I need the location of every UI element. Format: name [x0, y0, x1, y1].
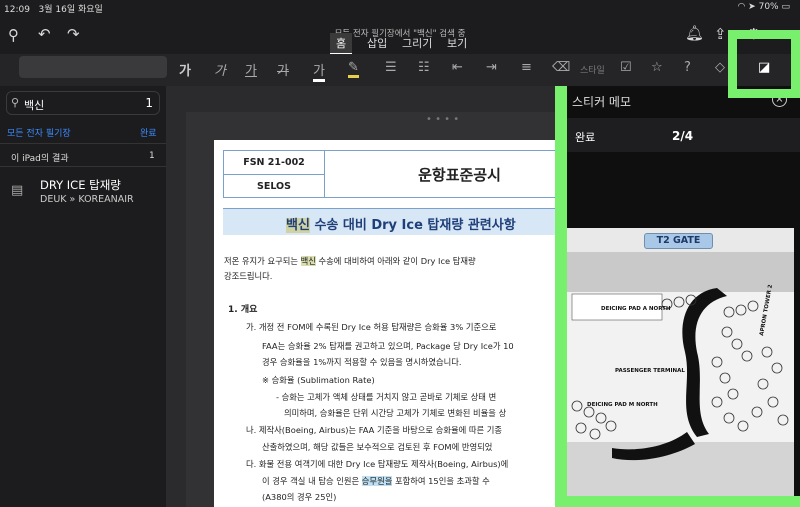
tab-view[interactable]: 보기	[441, 33, 473, 53]
sticker-title: 스티커 메모	[572, 95, 632, 109]
sticker-nav: 완료 2/4	[567, 118, 800, 152]
subject-text: 수송 대비 Dry Ice 탑재량 관련사항	[309, 218, 516, 233]
tab-draw[interactable]: 그리기	[396, 33, 438, 53]
indent-icon[interactable]: ⇥	[486, 60, 497, 75]
map-label-terminal: PASSENGER TERMINAL 2	[615, 368, 691, 374]
map-label-deicing-north: DEICING PAD A NORTH	[601, 306, 671, 312]
subject-highlight: 백신	[286, 218, 310, 233]
strikethrough-button[interactable]: 가	[277, 60, 289, 79]
outdent-icon[interactable]: ⇤	[452, 60, 463, 75]
search-input[interactable]: ⚲ 백신 1	[6, 91, 160, 115]
numbered-list-icon[interactable]: ☷	[418, 60, 430, 75]
redo-icon[interactable]: ↷	[67, 27, 80, 42]
bold-button[interactable]: 가	[179, 60, 191, 79]
gate-label: T2 GATE	[644, 233, 713, 249]
section-label: 이 iPad의 결과	[11, 154, 69, 164]
bullet-list-icon[interactable]: ☰	[385, 60, 397, 75]
item-b-line-2: 산출하였으며, 해당 값들은 보수적으로 검토된 후 FOM에 반영되었	[262, 442, 493, 452]
intro-line-1: 저온 유지가 요구되는 백신 수송에 대비하여 아래와 같이 Dry Ice 탑…	[224, 256, 476, 266]
doc-org: SELOS	[223, 174, 325, 198]
battery-icon: ▭	[781, 2, 790, 12]
highlight-icon[interactable]: ✎	[348, 60, 359, 78]
status-bar: 12:09 3월 16일 화요일 ◠ ➤ 70% ▭	[0, 0, 800, 15]
search-result-item[interactable]: ▤ DRY ICE 탑재량 DEUK » KOREANAIR	[0, 167, 166, 215]
result-title: DRY ICE 탑재량	[40, 178, 121, 192]
eraser-icon[interactable]: ◇	[715, 60, 725, 75]
section-count: 1	[149, 151, 155, 161]
item-c-line-2: 이 경우 객실 내 탑승 인원은 승무원을 포함하여 15인을 초과할 수	[262, 476, 490, 486]
star-icon[interactable]: ☆	[651, 60, 663, 75]
section-1-heading: 1. 개요	[228, 305, 258, 315]
question-icon[interactable]: ?	[684, 60, 691, 75]
sticker-image[interactable]: T2 GATE DEICING PAD A NORTH PASSENGER TE…	[567, 228, 794, 496]
drag-handle-icon[interactable]: • • • •	[426, 114, 459, 125]
result-path: DEUK » KOREANAIR	[40, 194, 134, 205]
share-icon[interactable]: ⇪	[714, 27, 727, 42]
sticker-done-button[interactable]: 완료	[575, 129, 595, 145]
clear-format-icon[interactable]: ⌫	[552, 60, 570, 75]
text-highlight: 승무원을	[361, 476, 393, 486]
scope-button[interactable]: 모든 전자 필기장	[7, 126, 71, 139]
subject-band: 백신 수송 대비 Dry Ice 탑재량 관련사항	[223, 208, 604, 235]
italic-button[interactable]: 가	[214, 60, 226, 79]
done-button[interactable]: 완료	[140, 126, 157, 139]
page-icon: ▤	[11, 183, 24, 198]
highlight-frame	[728, 30, 800, 98]
intro-line-2: 강조드립니다.	[224, 271, 273, 281]
item-a-line-2: FAA는 승화율 2% 탑재를 권고하고 있으며, Package 당 Dry …	[262, 341, 514, 351]
undo-icon[interactable]: ↶	[38, 27, 51, 42]
note-line-3: 의미하며, 승화율은 단위 시간당 고체가 기체로 변화된 비율을 상	[284, 408, 507, 418]
underline-button[interactable]: 가	[245, 60, 257, 79]
note-line-1: ※ 승화율 (Sublimation Rate)	[262, 375, 375, 385]
wifi-icon: ◠	[737, 2, 746, 12]
search-icon[interactable]: ⚲	[8, 28, 19, 43]
status-right: ◠ ➤ 70% ▭	[737, 2, 790, 12]
search-highlight: 백신	[300, 256, 316, 266]
doc-code: FSN 21-002	[223, 150, 325, 175]
note-line-2: - 승화는 고체가 액체 상태를 거치지 않고 곧바로 기체로 상태 변	[276, 392, 497, 402]
location-icon: ➤	[748, 2, 756, 12]
tab-home[interactable]: 홈	[330, 33, 353, 55]
highlight-frame-bottom	[555, 496, 800, 507]
battery-percent: 70%	[758, 2, 779, 12]
style-button[interactable]: 스타일	[580, 63, 605, 76]
document-header: FSN 21-002 운항표준공시 SELOS	[223, 150, 595, 198]
highlight-frame-left	[555, 86, 567, 507]
checkbox-icon[interactable]: ☑	[620, 60, 632, 75]
font-color-button[interactable]: 가	[313, 60, 325, 82]
doc-title: 운항표준공시	[324, 150, 595, 198]
divider	[0, 143, 166, 144]
item-c-line-1: 다. 화물 전용 여객기에 대한 Dry Ice 탑재량도 제작사(Boeing…	[246, 459, 509, 469]
sticker-page-indicator: 2/4	[672, 129, 694, 143]
bell-icon[interactable]: 🔔︎	[685, 26, 704, 41]
item-b-line-1: 나. 제작사(Boeing, Airbus)는 FAA 기준을 바탕으로 승화율…	[246, 425, 503, 435]
search-count: 1	[145, 96, 153, 110]
search-sidebar	[0, 86, 166, 507]
map-label-deicing-m: DEICING PAD M NORTH	[587, 402, 658, 408]
item-a-line-1: 가. 개정 전 FOM에 수록된 Dry Ice 허용 탑재량은 승화율 3% …	[246, 322, 497, 332]
tab-insert[interactable]: 삽입	[361, 33, 393, 53]
airport-map: DEICING PAD A NORTH PASSENGER TERMINAL 2…	[567, 252, 794, 496]
document-page[interactable]: FSN 21-002 운항표준공시 SELOS 백신 수송 대비 Dry Ice…	[214, 140, 604, 507]
font-selector[interactable]	[19, 56, 167, 78]
align-icon[interactable]: ≡	[521, 60, 532, 75]
item-a-line-3: 경우 승화율을 1%까지 적용할 수 있음을 명시하였습니다.	[262, 357, 462, 367]
search-query: 백신	[24, 99, 45, 112]
item-c-line-3: (A380의 경우 25인)	[262, 492, 337, 502]
search-icon: ⚲	[11, 96, 20, 109]
